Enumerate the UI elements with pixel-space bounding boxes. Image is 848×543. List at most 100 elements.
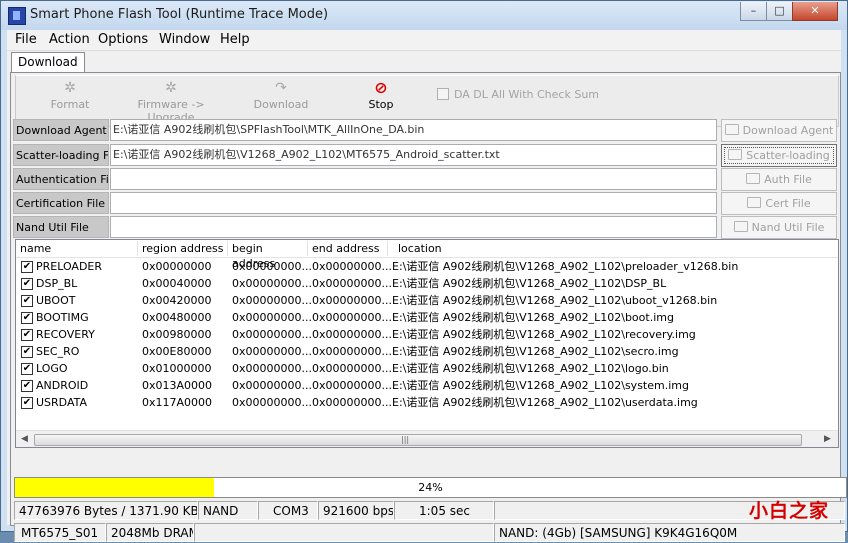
cell-end: 0x00000000... (312, 345, 392, 358)
scroll-left-icon[interactable]: ◀ (21, 434, 28, 444)
download-button[interactable]: ↷ Download (246, 80, 316, 111)
table-row[interactable]: ✔ SEC_RO 0x00E80000 0x00000000... 0x0000… (16, 343, 838, 360)
cell-region: 0x00040000 (142, 277, 212, 290)
auth-file-button-label: Auth File (764, 173, 812, 186)
nand-util-input[interactable] (110, 216, 717, 238)
progress-label: 24% (418, 481, 443, 494)
minimize-button[interactable]: – (740, 2, 767, 21)
table-header: name region address begin address end ad… (16, 240, 838, 270)
row-checkbox[interactable]: ✔ (21, 329, 33, 341)
table-row[interactable]: ✔ DSP_BL 0x00040000 0x00000000... 0x0000… (16, 275, 838, 292)
table-row[interactable]: ✔ UBOOT 0x00420000 0x00000000... 0x00000… (16, 292, 838, 309)
column-header-end[interactable]: end address (308, 241, 388, 256)
table-row[interactable]: ✔ BOOTIMG 0x00480000 0x00000000... 0x000… (16, 309, 838, 326)
table-row[interactable]: ✔ USRDATA 0x117A0000 0x00000000... 0x000… (16, 394, 838, 411)
cell-name: USRDATA (36, 396, 88, 409)
table-row[interactable]: ✔ RECOVERY 0x00980000 0x00000000... 0x00… (16, 326, 838, 343)
menu-options[interactable]: Options (98, 32, 148, 47)
cert-file-button[interactable]: Cert File (721, 192, 837, 215)
download-icon: ↷ (275, 80, 287, 96)
checksum-checkbox-box (437, 88, 449, 100)
auth-file-label: Authentication File (13, 168, 109, 190)
close-button[interactable]: ✕ (792, 2, 838, 21)
row-checkbox[interactable]: ✔ (21, 397, 33, 409)
cert-file-button-label: Cert File (765, 197, 811, 210)
status-empty-2 (194, 523, 494, 542)
main-window: Smart Phone Flash Tool (Runtime Trace Mo… (0, 0, 848, 542)
cell-begin: 0x00000000... (232, 277, 312, 290)
cert-file-label: Certification File (13, 192, 109, 214)
cell-name: BOOTIMG (36, 311, 89, 324)
row-checkbox[interactable]: ✔ (21, 346, 33, 358)
column-header-begin[interactable]: begin address (228, 241, 308, 270)
scatter-loading-button[interactable]: Scatter-loading (721, 144, 837, 167)
folder-icon (733, 221, 748, 232)
nand-util-button[interactable]: Nand Util File (721, 216, 837, 239)
firmware-upgrade-button[interactable]: ✲ Firmware -> Upgrade (116, 80, 226, 124)
auth-file-button[interactable]: Auth File (721, 168, 837, 191)
menu-window[interactable]: Window (159, 32, 210, 47)
cell-begin: 0x00000000... (232, 379, 312, 392)
column-header-name[interactable]: name (16, 241, 138, 256)
scrollbar-thumb[interactable]: ||| (34, 434, 802, 446)
column-header-location[interactable]: location (388, 241, 838, 256)
menu-action[interactable]: Action (49, 32, 90, 47)
cell-location: E:\诺亚信 A902线刷机包\V1268_A902_L102\userdata… (392, 396, 698, 409)
partition-table: name region address begin address end ad… (15, 239, 839, 448)
format-button[interactable]: ✲ Format (40, 80, 100, 111)
cell-region: 0x00000000 (142, 260, 212, 273)
cert-file-input[interactable] (110, 192, 717, 214)
auth-file-input[interactable] (110, 168, 717, 190)
table-row[interactable]: ✔ ANDROID 0x013A0000 0x00000000... 0x000… (16, 377, 838, 394)
folder-icon (728, 149, 743, 160)
status-baud: 921600 bps (318, 501, 394, 520)
menu-bar: File Action Options Window Help (7, 30, 841, 51)
field-row-cert: Certification File Cert File (13, 192, 837, 216)
cell-location: E:\诺亚信 A902线刷机包\V1268_A902_L102\recovery… (392, 328, 696, 341)
row-checkbox[interactable]: ✔ (21, 295, 33, 307)
nand-util-label: Nand Util File (13, 216, 109, 238)
checksum-checkbox[interactable]: DA DL All With Check Sum (437, 88, 599, 101)
cell-name: SEC_RO (36, 345, 80, 358)
cell-region: 0x01000000 (142, 362, 212, 375)
stop-icon: ⊘ (374, 78, 388, 97)
row-checkbox[interactable]: ✔ (21, 380, 33, 392)
tab-download[interactable]: Download (11, 52, 85, 72)
download-agent-input[interactable]: E:\诺亚信 A902线刷机包\SPFlashTool\MTK_AllInOne… (110, 119, 717, 141)
title-bar[interactable]: Smart Phone Flash Tool (Runtime Trace Mo… (1, 1, 847, 30)
cell-begin: 0x00000000... (232, 362, 312, 375)
cell-end: 0x00000000... (312, 379, 392, 392)
scroll-right-icon[interactable]: ▶ (824, 434, 831, 444)
row-checkbox[interactable]: ✔ (21, 278, 33, 290)
cell-region: 0x117A0000 (142, 396, 213, 409)
row-checkbox[interactable]: ✔ (21, 363, 33, 375)
menu-file[interactable]: File (15, 32, 37, 47)
cell-begin: 0x00000000... (232, 396, 312, 409)
cell-region: 0x00E80000 (142, 345, 212, 358)
row-checkbox[interactable]: ✔ (21, 261, 33, 273)
scatter-loading-input[interactable]: E:\诺亚信 A902线刷机包\V1268_A902_L102\MT6575_A… (110, 144, 717, 166)
cell-name: RECOVERY (36, 328, 95, 341)
row-checkbox[interactable]: ✔ (21, 312, 33, 324)
status-bar: 47763976 Bytes / 1371.90 KBp NAND COM3 9… (14, 501, 845, 543)
field-row-auth: Authentication File Auth File (13, 168, 837, 192)
table-row[interactable]: ✔ PRELOADER 0x00000000 0x00000000... 0x0… (16, 258, 838, 275)
client-area: Download ✲ Format ✲ Firmware -> Upgrade … (7, 51, 847, 542)
cell-end: 0x00000000... (312, 277, 392, 290)
status-time: 1:05 sec (394, 501, 494, 520)
cell-region: 0x013A0000 (142, 379, 213, 392)
maximize-button[interactable]: □ (766, 2, 793, 21)
format-icon: ✲ (64, 80, 76, 96)
field-row-download-agent: Download Agent E:\诺亚信 A902线刷机包\SPFlashTo… (13, 119, 837, 143)
cell-location: E:\诺亚信 A902线刷机包\V1268_A902_L102\secro.im… (392, 345, 679, 358)
horizontal-scrollbar[interactable]: ◀ ||| ▶ (16, 430, 838, 447)
download-agent-button[interactable]: Download Agent (721, 119, 837, 142)
table-row[interactable]: ✔ LOGO 0x01000000 0x00000000... 0x000000… (16, 360, 838, 377)
field-row-nand-util: Nand Util File Nand Util File (13, 216, 837, 240)
folder-icon (724, 124, 739, 135)
stop-button[interactable]: ⊘ Stop (361, 78, 401, 112)
cell-location: E:\诺亚信 A902线刷机包\V1268_A902_L102\preloade… (392, 260, 739, 273)
menu-help[interactable]: Help (220, 32, 250, 47)
column-header-region[interactable]: region address (138, 241, 228, 256)
status-nand: NAND: (4Gb) [SAMSUNG] K9K4G16Q0M (494, 523, 845, 542)
